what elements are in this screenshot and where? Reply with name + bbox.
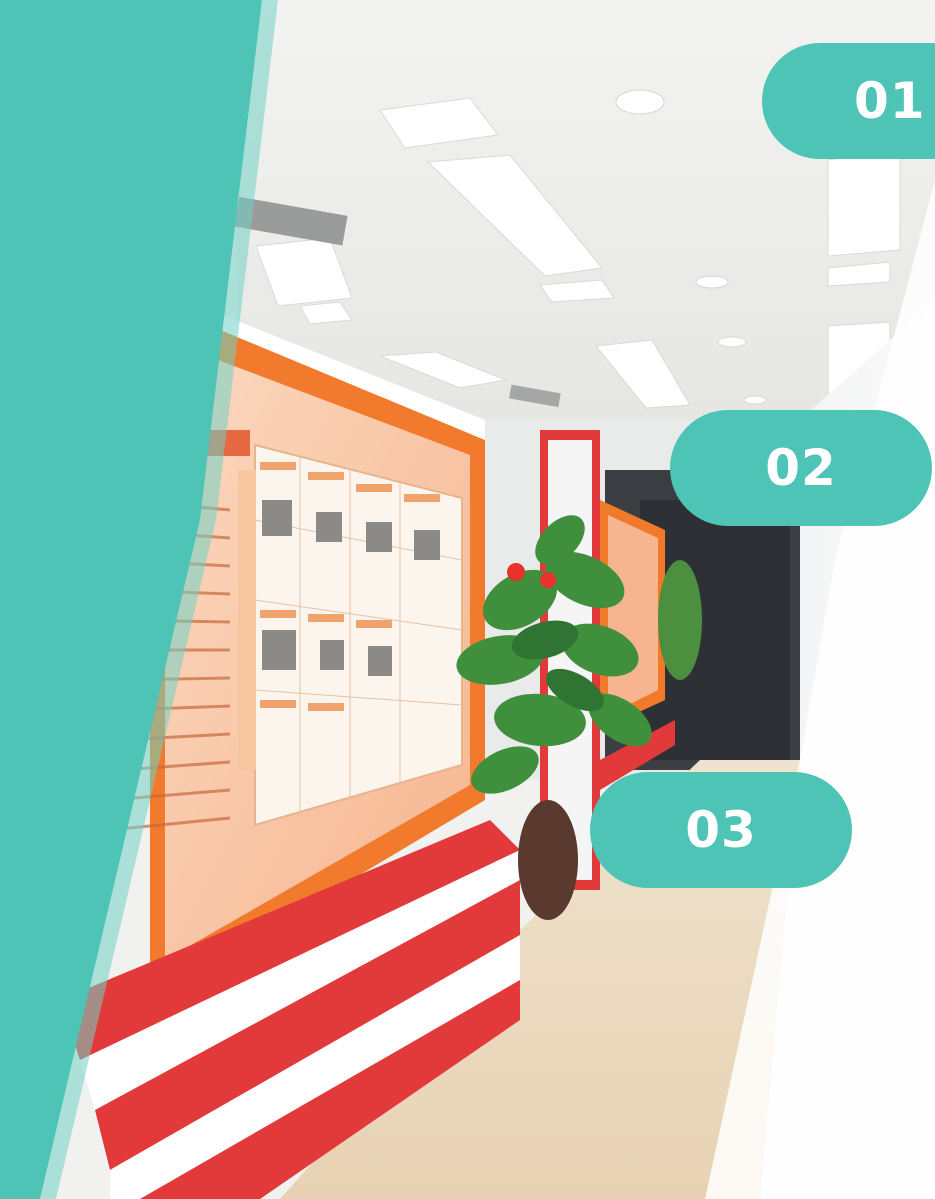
step-badge-01[interactable]: 01 (762, 43, 935, 159)
step-badge-03[interactable]: 03 (590, 772, 852, 888)
slide-canvas: 01 02 03 (0, 0, 935, 1199)
step-badge-02[interactable]: 02 (670, 410, 932, 526)
step-badge-01-label: 01 (854, 72, 926, 130)
step-badge-02-label: 02 (765, 439, 837, 497)
hallway-exhibition-photo (0, 0, 935, 1199)
step-badge-03-label: 03 (685, 801, 757, 859)
